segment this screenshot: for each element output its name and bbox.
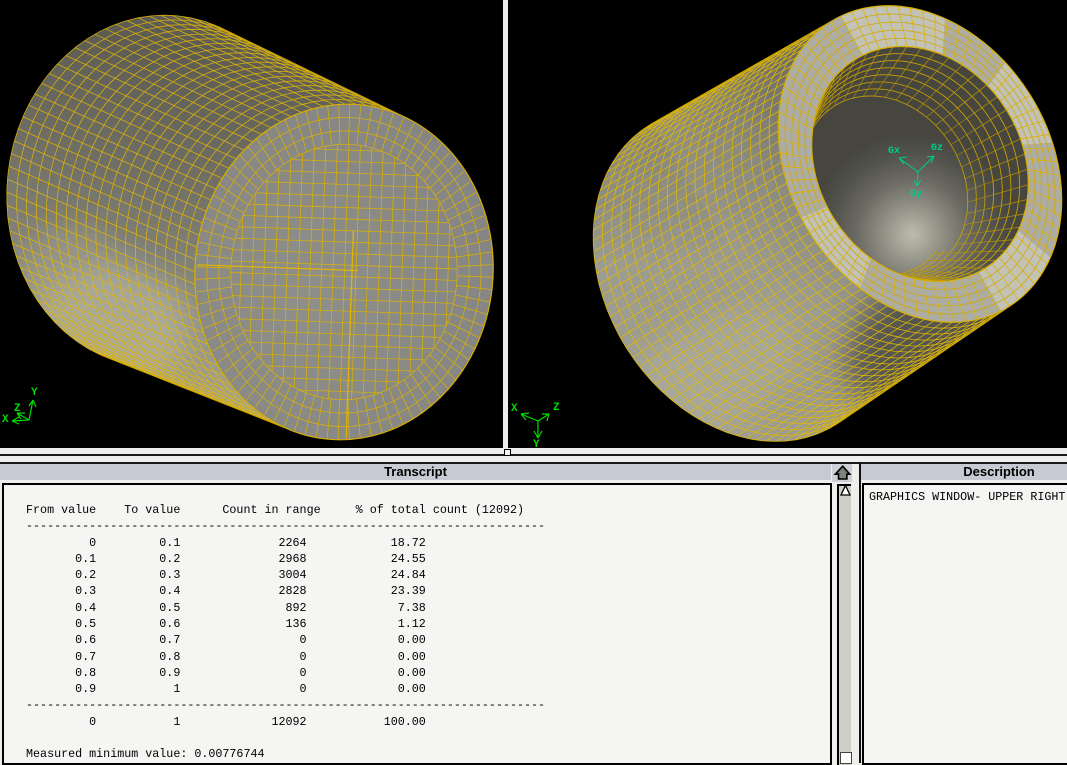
svg-text:X: X bbox=[2, 414, 9, 426]
svg-text:X: X bbox=[511, 403, 518, 415]
svg-text:Gy: Gy bbox=[910, 189, 922, 200]
svg-text:Z: Z bbox=[14, 403, 21, 415]
svg-text:Y: Y bbox=[31, 387, 38, 399]
svg-text:Gz: Gz bbox=[931, 143, 943, 154]
svg-text:Y: Y bbox=[533, 439, 540, 448]
svg-text:Z: Z bbox=[553, 402, 560, 414]
svg-text:Gx: Gx bbox=[888, 146, 900, 157]
